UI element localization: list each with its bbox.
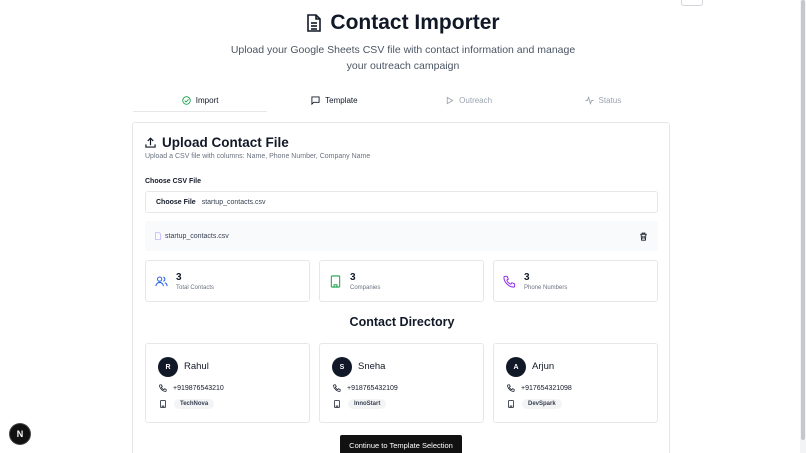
upload-icon bbox=[145, 137, 156, 148]
avatar: A bbox=[506, 357, 526, 377]
phone-icon bbox=[333, 384, 341, 392]
contact-name: Rahul bbox=[184, 361, 209, 372]
csv-file-input[interactable]: Choose File startup_contacts.csv bbox=[145, 191, 658, 213]
message-square-icon bbox=[311, 95, 320, 105]
contact-list: R Rahul +919876543210 TechNova S Sneha +… bbox=[145, 343, 658, 423]
contact-company: TechNova bbox=[159, 399, 215, 409]
stat-phone-numbers-label: Phone Numbers bbox=[524, 284, 568, 291]
tab-status[interactable]: Status bbox=[536, 90, 670, 110]
users-icon bbox=[155, 276, 168, 286]
stats-row: 3 Total Contacts 3 Companies 3 Phone Num… bbox=[145, 260, 658, 302]
company-badge: InnoStart bbox=[348, 399, 387, 409]
stat-phone-numbers-value: 3 bbox=[524, 271, 530, 283]
step-tabs: Import Template Outreach Status bbox=[133, 90, 670, 112]
contact-phone: +917654321098 bbox=[507, 384, 572, 392]
stat-companies-label: Companies bbox=[350, 284, 381, 291]
stat-total-contacts: 3 Total Contacts bbox=[145, 260, 310, 302]
contact-phone-number: +919876543210 bbox=[173, 384, 224, 392]
contact-directory-title: Contact Directory bbox=[349, 315, 455, 329]
building-icon bbox=[330, 274, 341, 288]
file-icon bbox=[155, 232, 161, 240]
contact-company: DevSpark bbox=[507, 399, 562, 409]
upload-title: Upload Contact File bbox=[145, 135, 289, 150]
contact-phone-number: +918765432109 bbox=[347, 384, 398, 392]
company-badge: DevSpark bbox=[522, 399, 562, 409]
upload-title-text: Upload Contact File bbox=[162, 135, 289, 150]
tab-outreach[interactable]: Outreach bbox=[402, 90, 536, 110]
phone-icon bbox=[507, 384, 515, 392]
contact-company: InnoStart bbox=[333, 399, 387, 409]
tab-template[interactable]: Template bbox=[267, 90, 401, 110]
tab-template-label: Template bbox=[325, 95, 358, 105]
contact-name: Arjun bbox=[532, 361, 555, 372]
contact-phone: +918765432109 bbox=[333, 384, 398, 392]
page-header: Contact Importer bbox=[0, 11, 806, 37]
contact-name: Sneha bbox=[358, 361, 386, 372]
tab-import[interactable]: Import bbox=[133, 90, 268, 112]
scrollbar-thumb[interactable] bbox=[801, 0, 805, 440]
contact-phone-number: +917654321098 bbox=[521, 384, 572, 392]
page-title: Contact Importer bbox=[306, 11, 500, 35]
phone-icon bbox=[503, 275, 516, 288]
corner-button[interactable] bbox=[681, 0, 703, 6]
tab-import-label: Import bbox=[195, 95, 219, 105]
choose-file-button[interactable]: Choose File bbox=[156, 199, 196, 206]
page-scrollbar[interactable] bbox=[800, 0, 806, 453]
page-subtitle: Upload your Google Sheets CSV file with … bbox=[230, 44, 576, 72]
avatar: S bbox=[332, 357, 352, 377]
building-icon bbox=[334, 400, 340, 408]
stat-total-contacts-label: Total Contacts bbox=[176, 284, 215, 291]
avatar: R bbox=[158, 357, 178, 377]
play-icon bbox=[446, 96, 454, 104]
stat-companies: 3 Companies bbox=[319, 260, 484, 302]
company-badge: TechNova bbox=[174, 399, 215, 409]
phone-icon bbox=[159, 384, 167, 392]
dev-tools-badge[interactable]: N bbox=[10, 424, 30, 444]
trash-icon[interactable] bbox=[639, 232, 648, 241]
contact-phone: +919876543210 bbox=[159, 384, 224, 392]
uploaded-file-name: startup_contacts.csv bbox=[165, 232, 229, 240]
tab-outreach-label: Outreach bbox=[459, 95, 493, 105]
check-circle-icon bbox=[182, 95, 191, 105]
uploaded-file-row: startup_contacts.csv bbox=[145, 221, 658, 251]
upload-card: Upload Contact File Upload a CSV file wi… bbox=[132, 122, 670, 453]
activity-icon bbox=[584, 95, 594, 105]
selected-file-name: startup_contacts.csv bbox=[201, 198, 266, 206]
stat-companies-value: 3 bbox=[350, 271, 356, 283]
continue-to-template-button[interactable]: Continue to Template Selection bbox=[340, 435, 462, 453]
stat-phone-numbers: 3 Phone Numbers bbox=[493, 260, 658, 302]
upload-description: Upload a CSV file with columns: Name, Ph… bbox=[145, 153, 371, 160]
page-title-text: Contact Importer bbox=[330, 11, 500, 34]
contact-card: R Rahul +919876543210 TechNova bbox=[145, 343, 310, 423]
contact-card: A Arjun +917654321098 DevSpark bbox=[493, 343, 658, 423]
building-icon bbox=[508, 400, 514, 408]
tab-status-label: Status bbox=[598, 95, 622, 105]
csv-field-label: Choose CSV File bbox=[145, 178, 202, 185]
contact-card: S Sneha +918765432109 InnoStart bbox=[319, 343, 484, 423]
building-icon bbox=[160, 400, 166, 408]
file-spreadsheet-icon bbox=[307, 14, 322, 32]
stat-total-contacts-value: 3 bbox=[176, 271, 182, 283]
